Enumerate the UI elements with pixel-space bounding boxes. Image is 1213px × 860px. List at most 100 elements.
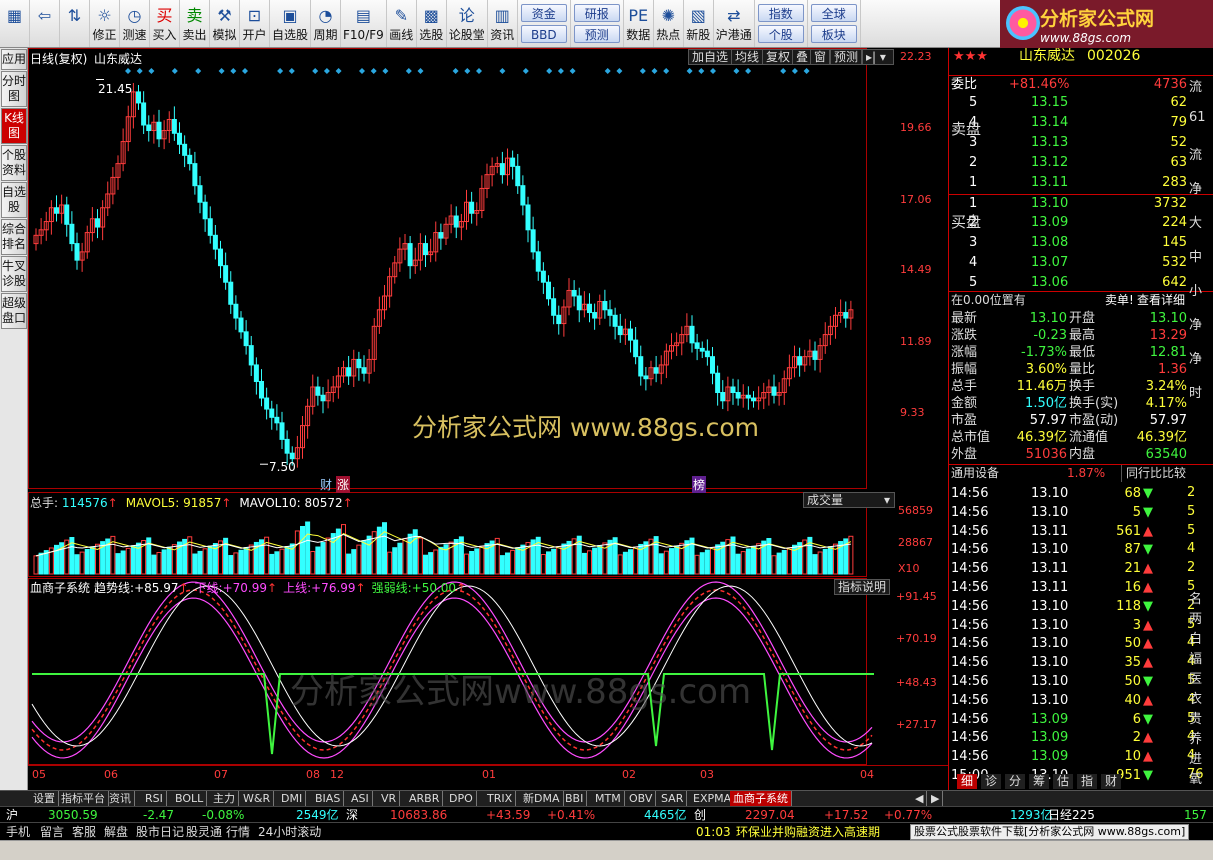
bottom-tab-3[interactable]: RSI	[142, 791, 167, 806]
event-bang[interactable]: 榜	[692, 476, 707, 493]
tb-button-5[interactable]: 买买入	[150, 0, 180, 47]
tb-button-10[interactable]: ◔ 周期	[311, 0, 342, 47]
tb2-button-0[interactable]: PE 数据	[624, 0, 654, 47]
tb2-button-2[interactable]: ▧ 新股	[684, 0, 714, 47]
chart-button-5[interactable]: 预测	[830, 49, 863, 65]
chart-button-1[interactable]: 均线	[731, 49, 764, 65]
tb-button-15[interactable]: ▥ 资讯	[488, 0, 518, 47]
status-item-5[interactable]: 股灵通	[186, 823, 222, 841]
detail-tab-6[interactable]: 财	[1101, 774, 1122, 789]
industry-compare-button[interactable]: 同行比比较	[1121, 465, 1186, 482]
bottom-tab-1[interactable]: 指标平台	[58, 791, 109, 806]
tb-button-2[interactable]: ⇅	[60, 0, 90, 47]
bottom-tab-5[interactable]: 主力	[210, 791, 239, 806]
bottom-tab-12[interactable]: DPO	[446, 791, 477, 806]
sell-level-5[interactable]: 5 13.15 62	[949, 94, 1213, 111]
left-tab-1[interactable]: 分时图	[1, 71, 27, 107]
bottom-tab-6[interactable]: W&R	[240, 791, 275, 806]
status-item-7[interactable]: 24小时滚动	[258, 823, 321, 841]
left-tab-7[interactable]: 超级盘口	[1, 293, 27, 329]
detail-tab-2[interactable]: 分	[1005, 774, 1026, 789]
status-item-2[interactable]: 客服	[72, 823, 96, 841]
buy-level-5[interactable]: 5 13.06 642	[949, 274, 1213, 291]
industry-label[interactable]: 通用设备	[951, 465, 999, 482]
tab-scroll-right-icon[interactable]: ▶	[928, 791, 944, 806]
bottom-tab-11[interactable]: ARBR	[406, 791, 444, 806]
bottom-tab-10[interactable]: VR	[378, 791, 401, 806]
tb-button-8[interactable]: ⊡ 开户	[240, 0, 270, 47]
bottom-tab-0[interactable]: 设置	[30, 791, 59, 806]
detail-link[interactable]: 查看详细	[1137, 292, 1185, 309]
tb-button-1[interactable]: ⇦	[30, 0, 60, 47]
tb-button-6[interactable]: 卖卖出	[180, 0, 210, 47]
sell-level-4[interactable]: 4 13.14 79	[949, 114, 1213, 131]
sell-level-3[interactable]: 3 13.13 52	[949, 134, 1213, 151]
tb-button-11[interactable]: ▤ F10/F9	[341, 0, 387, 47]
bottom-tab-20[interactable]: 血商子系统	[730, 791, 792, 806]
left-tab-2[interactable]: K线图	[1, 108, 27, 144]
buy-level-1[interactable]: 1 13.10 3732	[949, 194, 1213, 211]
bottom-tab-19[interactable]: EXPMA	[690, 791, 736, 806]
left-tab-3[interactable]: 个股资料	[1, 145, 27, 181]
chart-button-2[interactable]: 复权	[762, 49, 795, 65]
tb-button-4[interactable]: ◷ 测速	[120, 0, 150, 47]
tb-button-3[interactable]: ☼ 修正	[90, 0, 120, 47]
left-tab-0[interactable]: 应用	[1, 49, 27, 70]
left-tab-6[interactable]: 牛叉诊股	[1, 256, 27, 292]
detail-tab-4[interactable]: 估	[1053, 774, 1074, 789]
tb-button-7[interactable]: ⚒ 模拟	[210, 0, 240, 47]
event-zhang[interactable]: 涨	[336, 476, 351, 493]
global-button[interactable]: 全球	[810, 4, 857, 22]
sell-level-2[interactable]: 2 13.12 63	[949, 154, 1213, 171]
chart-menu-icon[interactable]: ▸| ▾	[862, 49, 894, 65]
research-button[interactable]: 研报	[573, 4, 620, 22]
bottom-tab-15[interactable]: BBI	[562, 791, 588, 806]
bottom-tab-4[interactable]: BOLL	[172, 791, 208, 806]
left-tab-5[interactable]: 综合排名	[1, 219, 27, 255]
tb-button-12[interactable]: ✎ 画线	[387, 0, 417, 47]
event-caiwu[interactable]: 财	[320, 476, 332, 493]
status-item-3[interactable]: 解盘	[104, 823, 128, 841]
single-stock-button[interactable]: 个股	[757, 25, 804, 43]
sell-level-1[interactable]: 1 13.11 283	[949, 174, 1213, 191]
tb-button-14[interactable]: 论论股堂	[447, 0, 488, 47]
detail-tab-3[interactable]: 筹	[1029, 774, 1050, 789]
tb-button-9[interactable]: ▣ 自选股	[270, 0, 312, 47]
tb2-button-3[interactable]: ⇄ 沪港通	[714, 0, 755, 47]
status-item-4[interactable]: 股市日记	[136, 823, 184, 841]
sector-button[interactable]: 板块	[810, 25, 857, 43]
bottom-tab-2[interactable]: 资讯	[106, 791, 135, 806]
buy-level-4[interactable]: 4 13.07 532	[949, 254, 1213, 271]
bottom-tab-17[interactable]: OBV	[626, 791, 657, 806]
status-item-1[interactable]: 留言	[40, 823, 64, 841]
tb2-button-1[interactable]: ✺ 热点	[654, 0, 684, 47]
tb-button-13[interactable]: ▩ 选股	[417, 0, 447, 47]
bottom-tab-7[interactable]: DMI	[278, 791, 307, 806]
fund-button[interactable]: 资金	[520, 4, 567, 22]
indicator-explain-button[interactable]: 指标说明	[834, 579, 891, 595]
chart-button-3[interactable]: 叠	[792, 49, 813, 65]
buy-level-3[interactable]: 3 13.08 145	[949, 234, 1213, 251]
ad-link[interactable]: 股票公式股票软件下载[分析家公式网 www.88gs.com]	[910, 824, 1190, 840]
bottom-tab-16[interactable]: MTM	[592, 791, 625, 806]
forecast-button[interactable]: 预测	[573, 25, 620, 43]
chart-button-4[interactable]: 窗	[810, 49, 831, 65]
bbd-button[interactable]: BBD	[520, 25, 567, 43]
tb-button-0[interactable]: ▦	[0, 0, 30, 47]
status-item-6[interactable]: 行情	[226, 823, 250, 841]
volume-dropdown[interactable]: 成交量 ▾	[803, 492, 895, 508]
bottom-tab-9[interactable]: ASI	[348, 791, 373, 806]
bottom-tab-8[interactable]: BIAS	[312, 791, 345, 806]
tab-scroll-left-icon[interactable]: ◀	[912, 791, 928, 806]
detail-tab-1[interactable]: 诊	[981, 774, 1002, 789]
index-button[interactable]: 指数	[757, 4, 804, 22]
left-tab-4[interactable]: 自选股	[1, 182, 27, 218]
chart-button-0[interactable]: 加自选	[688, 49, 733, 65]
bottom-tab-14[interactable]: 新DMA	[520, 791, 564, 806]
status-item-0[interactable]: 手机	[6, 823, 30, 841]
detail-tab-5[interactable]: 指	[1077, 774, 1098, 789]
news-headline[interactable]: 环保业并购融资进入高速期	[736, 823, 880, 841]
buy-level-2[interactable]: 2 13.09 224	[949, 214, 1213, 231]
bottom-tab-13[interactable]: TRIX	[484, 791, 517, 806]
detail-tab-0[interactable]: 细	[957, 774, 978, 789]
